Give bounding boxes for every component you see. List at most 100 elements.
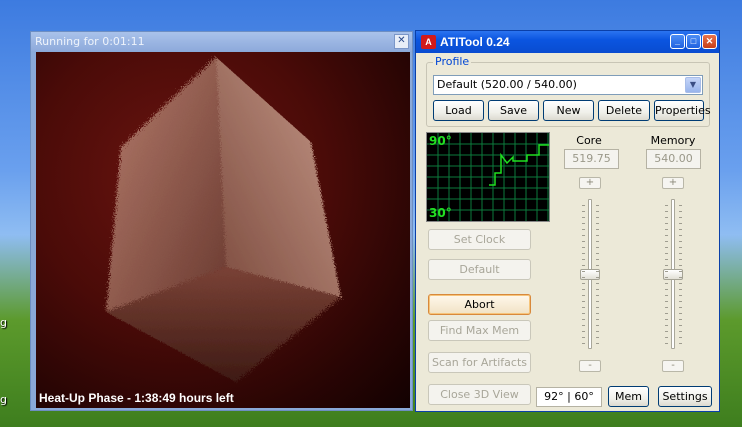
scan-for-artifacts-button[interactable]: Scan for Artifacts [428,352,531,373]
maximize-icon[interactable]: □ [686,34,701,49]
slider-tick [665,283,668,284]
profile-group: Profile Default (520.00 / 540.00) ▼ Load… [426,55,711,127]
slider-tick [679,301,682,302]
slider-tick [596,265,599,266]
slider-tick [596,295,599,296]
window-title: ATITool 0.24 [440,35,510,49]
slider-tick [582,265,585,266]
slider-tick [596,289,599,290]
atitool-window: A ATITool 0.24 _ □ ✕ Profile Default (52… [415,30,720,412]
memory-decrease-button[interactable]: - [662,360,684,372]
render-window: Running for 0:01:11 ✕ Heat-Up Phase - 1:… [30,31,413,411]
slider-tick [582,259,585,260]
abort-button[interactable]: Abort [428,294,531,315]
graph-min-label: 30° [429,206,452,220]
slider-tick [679,217,682,218]
memory-increase-button[interactable]: + [662,177,684,189]
slider-tick [582,301,585,302]
slider-tick [582,211,585,212]
find-max-mem-button[interactable]: Find Max Mem [428,320,531,341]
slider-tick [665,307,668,308]
slider-tick [665,331,668,332]
slider-tick [679,229,682,230]
load-button[interactable]: Load [433,100,484,121]
slider-tick [665,241,668,242]
slider-tick [582,289,585,290]
slider-tick [596,343,599,344]
slider-tick [582,319,585,320]
profile-select[interactable]: Default (520.00 / 540.00) ▼ [433,75,703,95]
slider-tick [596,331,599,332]
save-button[interactable]: Save [488,100,539,121]
slider-tick [665,277,668,278]
desktop-icon-label[interactable]: g [0,393,7,406]
slider-tick [596,259,599,260]
slider-tick [679,325,682,326]
slider-tick [596,325,599,326]
set-clock-button[interactable]: Set Clock [428,229,531,250]
close-icon[interactable]: ✕ [394,34,409,49]
slider-tick [665,217,668,218]
slider-tick [679,283,682,284]
slider-tick [596,223,599,224]
slider-tick [582,229,585,230]
furry-cube-render [106,57,341,382]
slider-tick [679,307,682,308]
close-icon[interactable]: ✕ [702,34,717,49]
settings-button[interactable]: Settings [658,386,712,407]
temperature-readout: 92° | 60° [536,387,602,407]
slider-tick [665,265,668,266]
slider-tick [582,205,585,206]
slider-tick [665,259,668,260]
slider-tick [582,337,585,338]
core-increase-button[interactable]: + [579,177,601,189]
slider-tick [596,205,599,206]
desktop-icon-label[interactable]: g [0,316,7,329]
properties-button[interactable]: Properties [654,100,711,121]
slider-tick [596,217,599,218]
ati-logo-icon: A [421,35,436,49]
slider-tick [596,307,599,308]
slider-tick [596,235,599,236]
slider-tick [596,283,599,284]
slider-tick [596,211,599,212]
slider-tick [582,235,585,236]
slider-tick [596,313,599,314]
slider-tick [679,337,682,338]
chevron-down-icon[interactable]: ▼ [685,77,701,93]
slider-tick [582,331,585,332]
slider-tick [582,313,585,314]
new-button[interactable]: New [543,100,594,121]
slider-tick [596,301,599,302]
slider-tick [679,205,682,206]
slider-tick [665,337,668,338]
slider-tick [582,295,585,296]
graph-max-label: 90° [429,134,452,148]
slider-tick [665,253,668,254]
slider-tick [665,325,668,326]
slider-tick [679,313,682,314]
delete-button[interactable]: Delete [598,100,650,121]
close-3d-view-button[interactable]: Close 3D View [428,384,531,405]
slider-tick [596,253,599,254]
slider-tick [665,319,668,320]
slider-tick [679,241,682,242]
atitool-titlebar[interactable]: A ATITool 0.24 _ □ ✕ [416,31,719,53]
slider-tick [679,331,682,332]
slider-tick [665,313,668,314]
slider-tick [679,265,682,266]
default-button[interactable]: Default [428,259,531,280]
temperature-trace [489,144,549,186]
slider-tick [665,289,668,290]
slider-tick [582,217,585,218]
mem-button[interactable]: Mem [608,386,649,407]
slider-tick [679,211,682,212]
slider-tick [679,235,682,236]
core-decrease-button[interactable]: - [579,360,601,372]
core-clock-field: 519.75 [564,149,619,169]
slider-tick [665,229,668,230]
slider-tick [582,307,585,308]
slider-tick [596,319,599,320]
slider-tick [665,271,668,272]
minimize-icon[interactable]: _ [670,34,685,49]
